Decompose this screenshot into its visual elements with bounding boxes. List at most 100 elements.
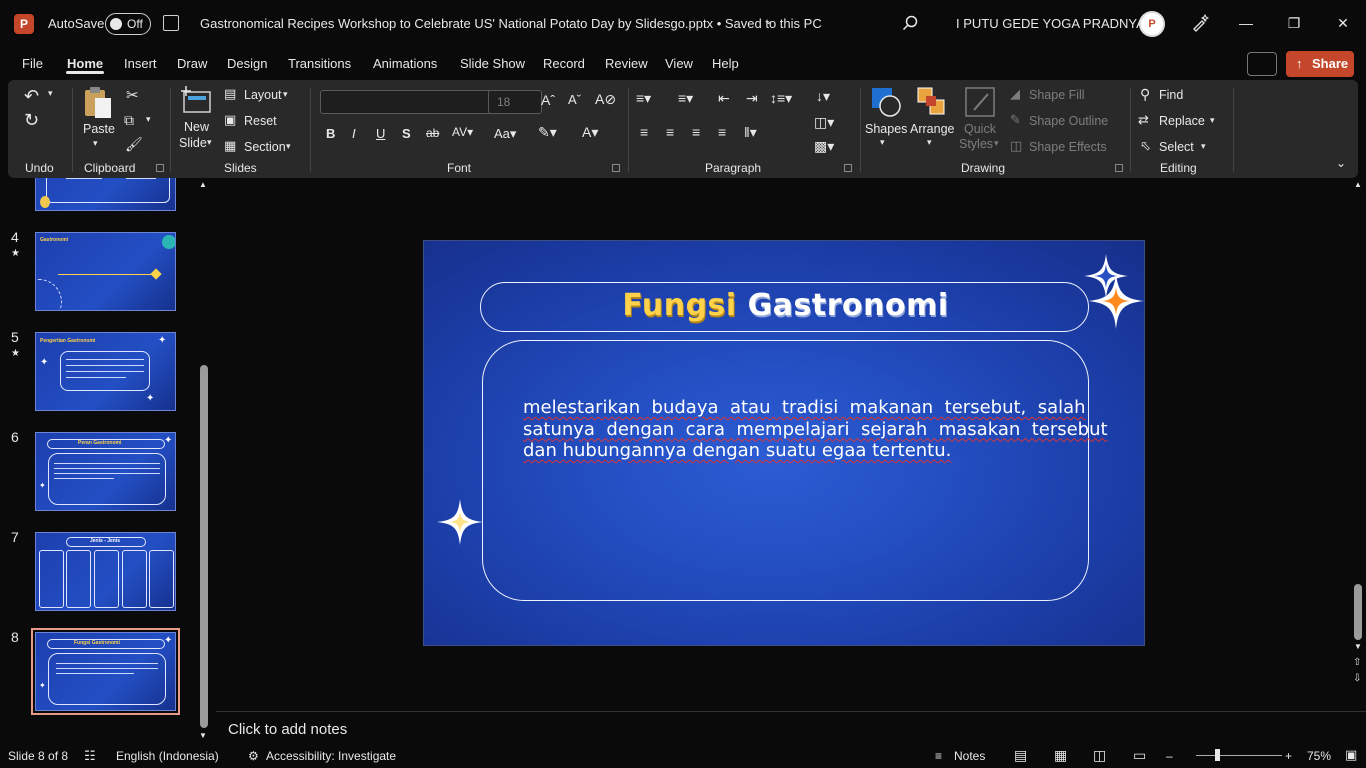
canvas-scrollbar[interactable]: ▲ ▼ ⇧ ⇩ [1350, 178, 1366, 711]
slide-thumbnail-6[interactable]: Peran Gastronomi ✦ ✦ [35, 432, 176, 511]
new-slide-label-2[interactable]: Slide [179, 136, 207, 150]
close-icon[interactable]: ✕ [1334, 14, 1352, 32]
new-slide-icon[interactable] [180, 86, 212, 116]
user-name[interactable]: I PUTU GEDE YOGA PRADNYANA [956, 16, 1163, 31]
tab-animations[interactable]: Animations [373, 56, 437, 71]
notes-placeholder[interactable]: Click to add notes [228, 721, 347, 738]
spellcheck-icon[interactable]: ☷ [84, 748, 96, 764]
section-button[interactable]: Section [244, 140, 286, 154]
align-text-icon[interactable]: ◫▾ [814, 114, 834, 131]
text-direction-icon[interactable]: ↓▾ [816, 88, 830, 105]
align-right-icon[interactable]: ≡ [692, 124, 700, 140]
bold-icon[interactable]: B [326, 126, 335, 141]
slide-thumbnail-4[interactable]: Gastronomi [35, 232, 176, 311]
decrease-indent-icon[interactable]: ⇤ [718, 90, 730, 107]
shape-fill-icon[interactable]: ◢ [1010, 86, 1020, 102]
layout-icon[interactable]: ▤ [224, 86, 236, 102]
body-text[interactable]: melestarikan budaya atau tradisi makanan… [523, 397, 1108, 462]
previous-slide-icon[interactable]: ⇧ [1353, 657, 1361, 668]
new-slide-dropdown-icon[interactable]: ▾ [207, 137, 212, 148]
slide-show-icon[interactable]: ▭ [1133, 747, 1146, 764]
paste-label[interactable]: Paste [83, 122, 115, 136]
tab-home[interactable]: Home [67, 56, 103, 71]
font-name-input[interactable] [320, 90, 492, 114]
arrange-icon[interactable] [916, 86, 948, 118]
font-color-icon[interactable]: A▾ [582, 124, 598, 141]
clear-format-icon[interactable]: A⊘ [595, 91, 616, 108]
slide-thumbnail-8[interactable]: Fungsi Gastronomi ✦ ✦ [31, 628, 180, 715]
tab-design[interactable]: Design [227, 56, 267, 71]
shapes-icon[interactable] [870, 86, 902, 118]
layout-dropdown-icon[interactable]: ▾ [283, 89, 288, 100]
font-size-input[interactable]: 18 [488, 90, 542, 114]
zoom-out-icon[interactable]: – [1166, 749, 1173, 763]
autosave-toggle[interactable]: Off [105, 13, 151, 35]
reading-view-icon[interactable]: ◫ [1093, 747, 1106, 764]
italic-icon[interactable]: I [352, 126, 356, 141]
scroll-up-icon[interactable]: ▲ [199, 180, 207, 189]
slide-count[interactable]: Slide 8 of 8 [8, 749, 68, 763]
tab-help[interactable]: Help [712, 56, 739, 71]
arrange-dropdown-icon[interactable]: ▾ [927, 137, 932, 148]
line-spacing-icon[interactable]: ↕≡▾ [770, 90, 792, 107]
collapse-ribbon-icon[interactable]: ⌄ [1336, 156, 1346, 170]
arrange-button[interactable]: Arrange [910, 122, 954, 136]
accessibility-icon[interactable]: ⚙ [248, 749, 259, 763]
paste-icon[interactable] [82, 86, 114, 120]
slide-thumbnail-5[interactable]: Pengertian Gastronomi ✦ ✦ ✦ [35, 332, 176, 411]
comments-button[interactable] [1247, 52, 1277, 76]
redo-icon[interactable]: ↻ [24, 110, 39, 131]
layout-button[interactable]: Layout [244, 88, 282, 102]
scroll-down-icon[interactable]: ▼ [1354, 642, 1362, 651]
zoom-in-icon[interactable]: + [1285, 749, 1292, 763]
format-painter-icon[interactable]: 🖌 [125, 136, 143, 153]
tab-slide-show[interactable]: Slide Show [460, 56, 525, 71]
section-icon[interactable]: ▦ [224, 138, 236, 154]
next-slide-icon[interactable]: ⇩ [1353, 673, 1361, 684]
undo-dropdown-icon[interactable]: ▾ [48, 88, 53, 99]
reset-button[interactable]: Reset [244, 114, 277, 128]
minimize-icon[interactable]: — [1237, 14, 1255, 32]
designer-pen-icon[interactable] [1191, 14, 1209, 32]
search-icon[interactable] [902, 15, 918, 31]
decrease-font-icon[interactable]: Aˇ [568, 92, 581, 107]
copy-dropdown-icon[interactable]: ▾ [146, 114, 151, 125]
underline-icon[interactable]: U [376, 126, 385, 141]
tab-view[interactable]: View [665, 56, 693, 71]
normal-view-icon[interactable]: ▤ [1014, 747, 1027, 764]
select-dropdown-icon[interactable]: ▾ [1201, 141, 1206, 152]
quick-styles-dropdown-icon[interactable]: ▾ [994, 138, 999, 149]
save-icon[interactable] [163, 15, 179, 31]
tab-file[interactable]: File [22, 56, 43, 71]
quick-styles-label[interactable]: Quick [964, 122, 996, 136]
numbering-icon[interactable]: ≡▾ [678, 90, 693, 107]
justify-icon[interactable]: ≡ [718, 124, 726, 140]
notes-icon[interactable]: ≡ [935, 749, 942, 763]
replace-dropdown-icon[interactable]: ▾ [1210, 115, 1215, 126]
scroll-down-icon[interactable]: ▼ [199, 731, 207, 740]
smartart-icon[interactable]: ▩▾ [814, 138, 834, 155]
fit-to-window-icon[interactable]: ▣ [1345, 747, 1357, 763]
increase-font-icon[interactable]: Aˆ [541, 92, 555, 108]
increase-indent-icon[interactable]: ⇥ [746, 90, 758, 107]
thumbnail-scrollbar[interactable] [200, 365, 208, 728]
zoom-slider-handle[interactable] [1215, 749, 1220, 761]
shapes-button[interactable]: Shapes [865, 122, 907, 136]
copy-icon[interactable]: ⧉ [124, 112, 134, 129]
shapes-dropdown-icon[interactable]: ▾ [880, 137, 885, 148]
change-case-icon[interactable]: Aa▾ [494, 126, 516, 142]
body-text-box[interactable]: melestarikan budaya atau tradisi makanan… [482, 340, 1108, 601]
canvas-scroll-thumb[interactable] [1354, 584, 1362, 640]
slide-sorter-icon[interactable]: ▦ [1054, 747, 1067, 764]
replace-button[interactable]: Replace [1159, 114, 1205, 128]
highlight-icon[interactable]: ✎▾ [538, 124, 557, 141]
new-slide-label[interactable]: New [184, 120, 209, 134]
notes-button[interactable]: Notes [954, 749, 985, 763]
tab-insert[interactable]: Insert [124, 56, 157, 71]
paste-dropdown-icon[interactable]: ▾ [93, 138, 98, 149]
slide-8[interactable]: Fungsi Gastronomi melestarikan budaya at… [423, 240, 1145, 646]
share-button[interactable]: Share [1286, 51, 1354, 77]
accessibility-status[interactable]: Accessibility: Investigate [266, 749, 396, 763]
tab-review[interactable]: Review [605, 56, 648, 71]
scroll-up-icon[interactable]: ▲ [1354, 180, 1362, 189]
